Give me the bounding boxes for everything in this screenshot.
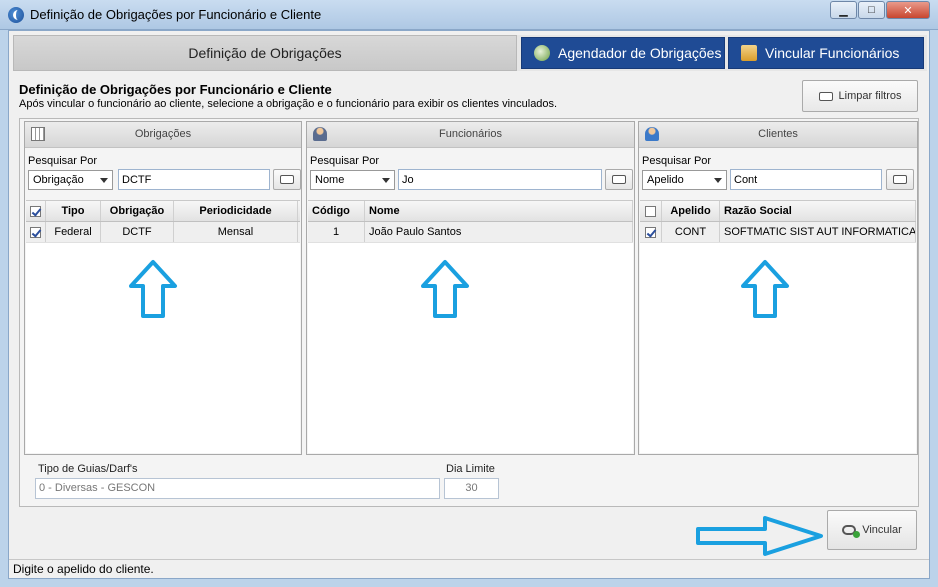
funcionarios-grid: Código Nome 1 João Paulo Santos xyxy=(308,200,633,453)
chevron-down-icon xyxy=(714,178,722,183)
obrigacoes-grid-header: Tipo Obrigação Periodicidade xyxy=(26,201,300,222)
funcionarios-grid-header: Código Nome xyxy=(308,201,633,222)
funcionarios-search-by-select[interactable]: Nome xyxy=(310,170,395,190)
clientes-search-by-select[interactable]: Apelido xyxy=(642,170,727,190)
funcionarios-search-input[interactable] xyxy=(398,169,602,190)
cell-codigo: 1 xyxy=(308,222,365,242)
window-client-area: Definição de Obrigações Agendador de Obr… xyxy=(8,30,930,579)
obrigacoes-grid: Tipo Obrigação Periodicidade Federal DCT… xyxy=(26,200,300,453)
link-add-icon xyxy=(842,525,861,538)
obrigacoes-search-label: Pesquisar Por xyxy=(28,155,98,167)
row-check-cell xyxy=(26,222,46,242)
select-all-cell xyxy=(640,201,662,221)
col-codigo[interactable]: Código xyxy=(308,201,365,221)
main-group: Obrigações Pesquisar Por Obrigação Tipo … xyxy=(19,118,919,507)
tab-vincular-button[interactable]: Vincular Funcionários xyxy=(728,37,924,69)
col-tipo[interactable]: Tipo xyxy=(46,201,101,221)
up-arrow-icon xyxy=(129,260,177,318)
funcionarios-title: Funcionários xyxy=(439,128,502,140)
dia-limite-field[interactable]: 30 xyxy=(444,478,499,499)
select-all-checkbox[interactable] xyxy=(30,205,41,217)
right-arrow-icon xyxy=(696,516,823,556)
dia-limite-label: Dia Limite xyxy=(446,463,495,475)
row-checkbox[interactable] xyxy=(645,226,656,238)
row-check-cell xyxy=(640,222,662,242)
cell-tipo: Federal xyxy=(46,222,101,242)
cell-razao-social: SOFTMATIC SIST AUT INFORMATICA xyxy=(720,222,916,242)
row-checkbox[interactable] xyxy=(30,226,41,238)
obrigacoes-panel: Obrigações Pesquisar Por Obrigação Tipo … xyxy=(24,121,302,455)
minimize-button[interactable]: ▁ xyxy=(830,1,857,19)
clientes-search-input[interactable] xyxy=(730,169,882,190)
close-button[interactable]: ✕ xyxy=(886,1,930,19)
window-title: Definição de Obrigações por Funcionário … xyxy=(30,7,322,22)
clientes-search-by-value: Apelido xyxy=(647,174,684,186)
clientes-grid: Apelido Razão Social CONT SOFTMATIC SIST… xyxy=(640,200,916,453)
obrigacoes-title: Obrigações xyxy=(134,128,192,140)
table-row[interactable]: 1 João Paulo Santos xyxy=(308,222,633,243)
funcionarios-search-by-value: Nome xyxy=(315,174,345,186)
obrigacoes-search-button[interactable] xyxy=(273,169,301,190)
status-bar: Digite o apelido do cliente. xyxy=(9,559,929,578)
obrigacoes-search-by-select[interactable]: Obrigação xyxy=(28,170,113,190)
page-title: Definição de Obrigações por Funcionário … xyxy=(19,82,332,97)
col-apelido[interactable]: Apelido xyxy=(662,201,720,221)
tab-definicao[interactable]: Definição de Obrigações xyxy=(13,35,517,71)
col-razao-social[interactable]: Razão Social xyxy=(720,201,916,221)
clientes-panel: Clientes Pesquisar Por Apelido Apelido R… xyxy=(638,121,918,455)
clipboard-icon xyxy=(741,45,757,61)
app-logo-icon xyxy=(8,7,24,23)
eraser-icon xyxy=(818,91,833,101)
col-obrigacao[interactable]: Obrigação xyxy=(101,201,174,221)
up-arrow-icon xyxy=(421,260,469,318)
obrigacoes-search-by-value: Obrigação xyxy=(33,174,84,186)
eraser-icon xyxy=(893,175,907,184)
funcionarios-search-button[interactable] xyxy=(605,169,633,190)
tab-vincular-label: Vincular Funcionários xyxy=(765,45,900,61)
funcionarios-search-label: Pesquisar Por xyxy=(310,155,380,167)
clear-filters-label: Limpar filtros xyxy=(838,90,902,102)
clientes-header: Clientes xyxy=(639,122,917,148)
chevron-down-icon xyxy=(100,178,108,183)
clock-icon xyxy=(534,45,550,61)
obrigacoes-header: Obrigações xyxy=(25,122,301,148)
col-nome[interactable]: Nome xyxy=(365,201,633,221)
obrigacoes-search-input[interactable] xyxy=(118,169,270,190)
funcionarios-panel: Funcionários Pesquisar Por Nome Código N… xyxy=(306,121,635,455)
table-row[interactable]: Federal DCTF Mensal xyxy=(26,222,300,243)
select-all-checkbox[interactable] xyxy=(645,205,656,217)
table-row[interactable]: CONT SOFTMATIC SIST AUT INFORMATICA xyxy=(640,222,916,243)
page-subtitle: Após vincular o funcionário ao cliente, … xyxy=(19,98,558,110)
cell-periodicidade: Mensal xyxy=(174,222,298,242)
select-all-cell xyxy=(26,201,46,221)
cell-apelido: CONT xyxy=(662,222,720,242)
cell-obrigacao: DCTF xyxy=(101,222,174,242)
funcionarios-header: Funcionários xyxy=(307,122,634,148)
clientes-search-label: Pesquisar Por xyxy=(642,155,712,167)
vincular-button[interactable]: Vincular xyxy=(827,510,917,550)
cell-nome: João Paulo Santos xyxy=(365,222,633,242)
clientes-title: Clientes xyxy=(758,128,798,140)
tab-agendador-label: Agendador de Obrigações xyxy=(558,45,722,61)
tipo-guias-field[interactable]: 0 - Diversas - GESCON xyxy=(35,478,440,499)
clientes-grid-header: Apelido Razão Social xyxy=(640,201,916,222)
title-bar: Definição de Obrigações por Funcionário … xyxy=(0,0,938,30)
tipo-guias-label: Tipo de Guias/Darf's xyxy=(38,463,138,475)
up-arrow-icon xyxy=(741,260,789,318)
maximize-button[interactable]: □ xyxy=(858,1,885,19)
chevron-down-icon xyxy=(382,178,390,183)
col-periodicidade[interactable]: Periodicidade xyxy=(174,201,298,221)
clientes-search-button[interactable] xyxy=(886,169,914,190)
tab-agendador-button[interactable]: Agendador de Obrigações xyxy=(521,37,725,69)
eraser-icon xyxy=(612,175,626,184)
clear-filters-button[interactable]: Limpar filtros xyxy=(802,80,918,112)
window-controls: ▁ □ ✕ xyxy=(830,1,930,19)
vincular-label: Vincular xyxy=(862,524,902,536)
eraser-icon xyxy=(280,175,294,184)
tab-band: Definição de Obrigações Agendador de Obr… xyxy=(13,35,927,71)
